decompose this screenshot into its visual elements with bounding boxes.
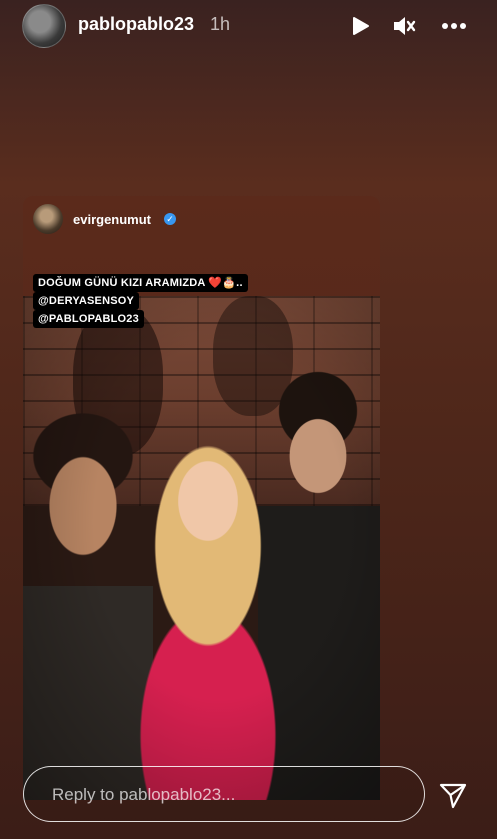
send-button[interactable] (436, 778, 470, 812)
story-timestamp: 1h (210, 14, 231, 34)
reshared-username[interactable]: evirgenumut (73, 212, 151, 227)
play-button[interactable] (346, 12, 374, 40)
reply-field[interactable] (23, 766, 425, 822)
play-icon (353, 17, 369, 35)
verified-badge-icon: ✓ (164, 213, 176, 225)
post-photo[interactable] (23, 296, 380, 800)
more-options-button[interactable] (440, 12, 468, 40)
caption-mention[interactable]: @DERYASENSOY (33, 292, 140, 310)
send-icon (439, 783, 467, 809)
reshared-post-header: evirgenumut ✓ (23, 196, 380, 246)
reply-input[interactable] (50, 781, 404, 809)
story-username[interactable]: pablopablo23 (78, 14, 194, 35)
more-horizontal-icon (442, 23, 466, 29)
photo-vignette (23, 296, 380, 800)
mute-button[interactable] (390, 12, 418, 40)
caption-mention[interactable]: @PABLOPABLO23 (33, 310, 144, 328)
muted-speaker-icon (394, 17, 416, 35)
profile-avatar[interactable] (22, 4, 66, 48)
story-header: pablopablo23 1h (0, 0, 497, 52)
reshared-post-card[interactable]: evirgenumut ✓ DOĞUM GÜNÜ KIZI ARAMIZDA ❤… (23, 196, 380, 800)
post-caption: DOĞUM GÜNÜ KIZI ARAMIZDA ❤️🎂.. @DERYASEN… (33, 273, 248, 328)
caption-line: DOĞUM GÜNÜ KIZI ARAMIZDA ❤️🎂.. (33, 274, 248, 292)
reshared-avatar[interactable] (33, 204, 63, 234)
